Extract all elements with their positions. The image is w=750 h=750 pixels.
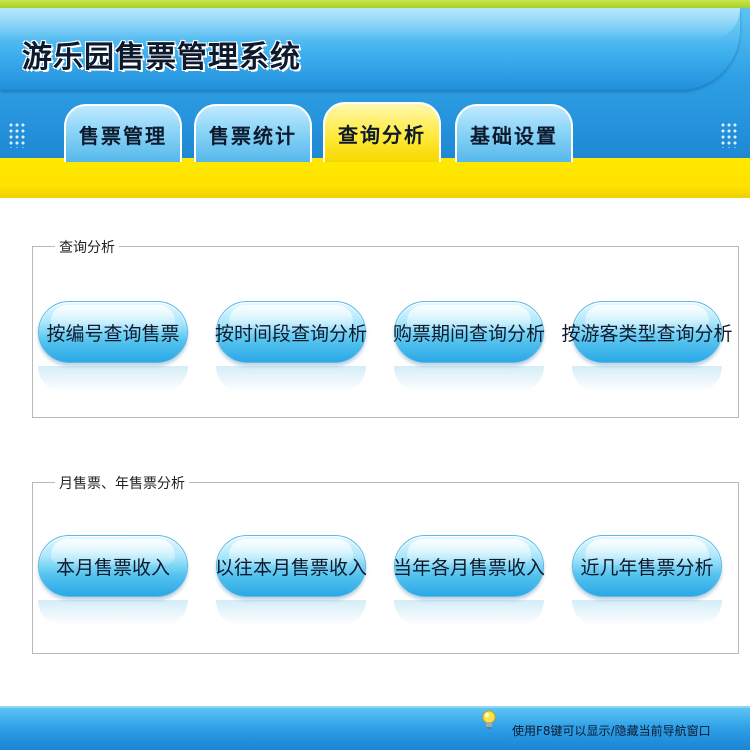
tab-query-analysis[interactable]: 查询分析	[323, 102, 441, 162]
app-title: 游乐园售票管理系统	[22, 40, 301, 75]
query-by-visitor-type-button[interactable]: 按游客类型查询分析	[562, 301, 733, 363]
button-reflection	[38, 366, 188, 392]
button-reflection	[38, 600, 188, 626]
query-by-number-button[interactable]: 按编号查询售票	[38, 301, 188, 363]
button-label: 当年各月售票收入	[393, 556, 546, 579]
button-reflection	[572, 366, 722, 392]
button-label: 按游客类型查询分析	[561, 322, 733, 345]
button-reflection	[394, 600, 544, 626]
top-accent-strip	[0, 0, 750, 8]
button-label: 购票期间查询分析	[393, 322, 546, 345]
this-month-income-button[interactable]: 本月售票收入	[38, 535, 188, 597]
past-same-month-income-button[interactable]: 以往本月售票收入	[215, 535, 368, 597]
decorative-dots-right	[720, 122, 738, 148]
footer-hint-text: 使用F8键可以显示/隐藏当前导航窗口	[512, 724, 711, 738]
button-label: 以往本月售票收入	[215, 556, 368, 579]
current-year-monthly-income-button[interactable]: 当年各月售票收入	[393, 535, 546, 597]
tab-underline-bar	[0, 158, 750, 198]
button-label: 本月售票收入	[55, 556, 170, 579]
button-reflection	[216, 366, 366, 392]
recent-years-analysis-button[interactable]: 近几年售票分析	[572, 535, 722, 597]
button-reflection	[394, 366, 544, 392]
decorative-dots-left	[8, 122, 26, 148]
tab-ticket-statistics[interactable]: 售票统计	[194, 104, 312, 162]
button-reflection	[216, 600, 366, 626]
button-reflection	[572, 600, 722, 626]
query-purchase-period-button[interactable]: 购票期间查询分析	[393, 301, 546, 363]
button-label: 按编号查询售票	[46, 322, 180, 345]
lightbulb-icon	[482, 710, 496, 729]
group-legend-monthly-yearly: 月售票、年售票分析	[55, 473, 189, 493]
button-label: 按时间段查询分析	[215, 322, 368, 345]
query-by-period-button[interactable]: 按时间段查询分析	[215, 301, 368, 363]
tab-ticket-sales[interactable]: 售票管理	[64, 104, 182, 162]
tab-basic-settings[interactable]: 基础设置	[455, 104, 573, 162]
button-label: 近几年售票分析	[580, 556, 714, 579]
group-legend-query: 查询分析	[55, 237, 119, 257]
